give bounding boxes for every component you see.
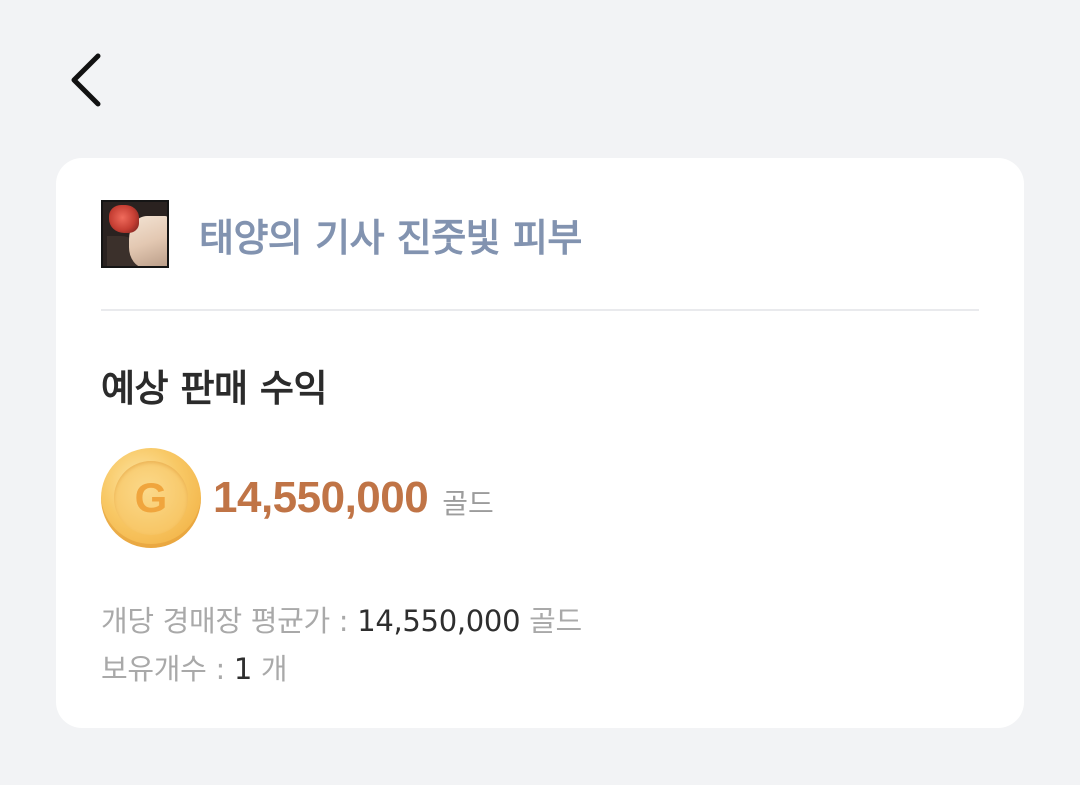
owned-count-unit: 개	[251, 652, 288, 686]
item-header: 태양의 기사 진줏빛 피부	[101, 200, 582, 268]
earning-row: G 14,550,000 골드	[101, 448, 494, 548]
item-name: 태양의 기사 진줏빛 피부	[199, 215, 582, 260]
section-title: 예상 판매 수익	[101, 367, 328, 410]
divider	[101, 309, 979, 311]
avg-price-line: 개당 경매장 평균가 : 14,550,000 골드	[101, 598, 582, 640]
chevron-left-icon	[71, 53, 101, 107]
avg-price-label: 개당 경매장 평균가 :	[101, 604, 358, 638]
avg-price-unit: 골드	[520, 604, 582, 638]
item-thumbnail	[101, 200, 169, 268]
earning-amount: 14,550,000	[213, 473, 429, 522]
earning-unit: 골드	[442, 487, 494, 520]
coin-letter: G	[114, 461, 188, 535]
back-button[interactable]	[62, 50, 110, 110]
avg-price-value: 14,550,000	[357, 604, 521, 638]
owned-count-value: 1	[233, 652, 252, 686]
gold-coin-icon: G	[101, 448, 201, 548]
earnings-card: 태양의 기사 진줏빛 피부 예상 판매 수익 G 14,550,000 골드 개…	[56, 158, 1024, 728]
owned-count-line: 보유개수 : 1 개	[101, 646, 288, 688]
owned-count-label: 보유개수 :	[101, 652, 234, 686]
